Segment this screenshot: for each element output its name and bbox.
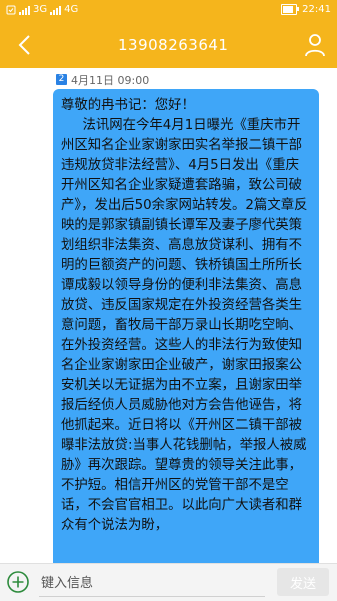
sim-card-badge: 2 <box>56 74 67 85</box>
message-greeting: 尊敬的冉书记：您好！ <box>61 98 195 113</box>
status-time: 22:41 <box>302 4 331 15</box>
signal-icon <box>19 5 30 15</box>
status-left: 3G 4G <box>6 4 78 15</box>
battery-level <box>283 6 294 13</box>
notification-icon <box>6 5 16 14</box>
status-bar: 3G 4G 22:41 <box>0 0 337 22</box>
battery-icon <box>281 4 300 15</box>
input-underline <box>39 596 265 597</box>
send-button[interactable]: 发送 <box>277 568 329 596</box>
contact-person-icon[interactable] <box>303 32 327 58</box>
message-thread[interactable]: 2 4月11日 09:00 尊敬的冉书记：您好！ 法讯网在今年4月1日曝光《重庆… <box>0 68 337 563</box>
conversation-header: 13908263641 <box>0 22 337 68</box>
message-input[interactable] <box>39 569 269 597</box>
add-attachment-icon[interactable] <box>7 571 29 593</box>
composer-bar: 发送 <box>0 563 337 601</box>
message-bubble[interactable]: 尊敬的冉书记：您好！ 法讯网在今年4月1日曝光《重庆市开州区知名企业家谢家田实名… <box>53 89 319 563</box>
back-arrow-icon[interactable] <box>10 30 40 60</box>
contact-number: 13908263641 <box>118 36 229 54</box>
message-body: 法讯网在今年4月1日曝光《重庆市开州区知名企业家谢家田实名举报二镇干部违规放贷非… <box>61 118 308 533</box>
network-type-2: 4G <box>64 4 79 15</box>
signal-icon <box>50 5 62 15</box>
status-right: 22:41 <box>281 4 331 15</box>
network-type-1: 3G <box>33 4 48 15</box>
message-timestamp: 4月11日 09:00 <box>71 74 150 87</box>
